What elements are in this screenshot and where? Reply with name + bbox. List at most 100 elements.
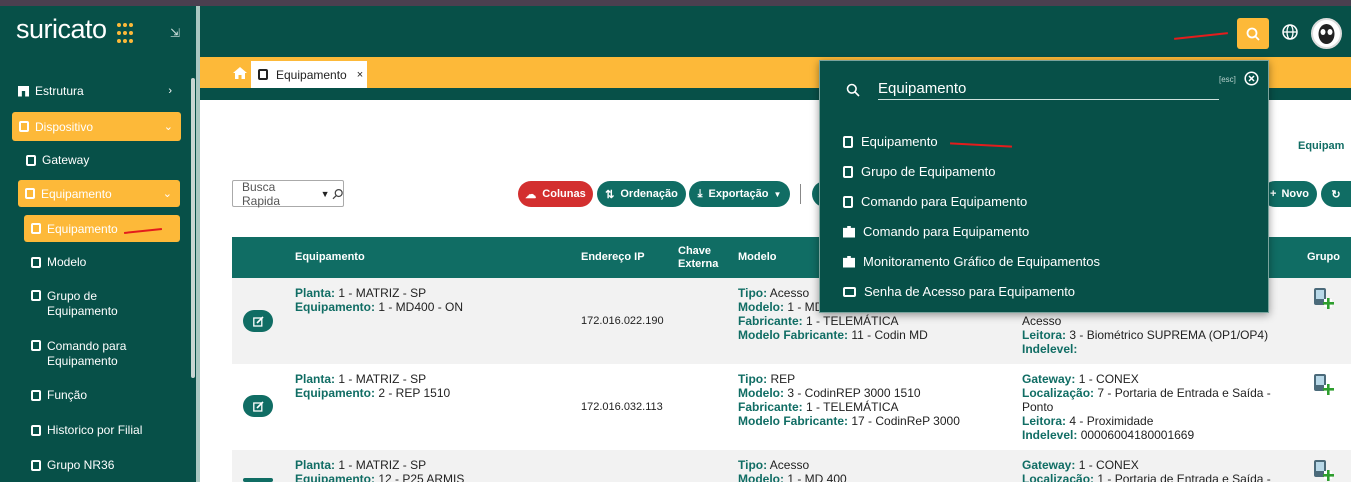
label-tipo: Tipo:: [738, 286, 768, 300]
sidebar-item-grupo-equipamento[interactable]: Grupo de Equipamento: [31, 287, 161, 321]
column-header-modelo[interactable]: Modelo: [738, 251, 777, 263]
value-equipamento: 12 - P25 ARMIS: [378, 472, 465, 482]
home-icon[interactable]: [233, 67, 247, 79]
plus-icon: +: [1270, 188, 1277, 200]
search-result-comando-equipamento[interactable]: Comando para Equipamento: [843, 194, 1027, 209]
value-tipo: Acesso: [769, 286, 810, 300]
label-gateway: Gateway:: [1022, 458, 1076, 472]
search-result-label: Equipamento: [861, 134, 938, 149]
cell-gateway: Gateway: 1 - CONEX: [1022, 458, 1139, 472]
sort-icon: ⇅: [605, 188, 615, 201]
value-localizacao: 1 - Portaria de Entrada e Saída -: [1097, 472, 1271, 482]
novo-button[interactable]: + Novo: [1262, 181, 1317, 207]
device-icon: [19, 121, 29, 132]
chevron-down-icon: ⌄: [162, 188, 172, 200]
search-result-equipamento[interactable]: Equipamento: [843, 134, 938, 149]
cell-modelo: Modelo: 3 - CodinREP 3000 1510: [738, 386, 921, 400]
value-gateway: 1 - CONEX: [1078, 458, 1139, 472]
quick-search-placeholder: Busca Rapida: [242, 179, 281, 208]
label-localizacao: Localização:: [1022, 386, 1095, 400]
edit-button[interactable]: [243, 478, 273, 482]
value-modelo-fabricante: 11 - Codin MD: [851, 328, 928, 342]
sidebar-item-label: Estrutura: [35, 84, 84, 98]
label-fabricante: Fabricante:: [738, 314, 803, 328]
globe-icon[interactable]: [1281, 23, 1299, 41]
value-modelo: 1 - MD 400: [787, 472, 847, 482]
search-result-label: Senha de Acesso para Equipamento: [864, 284, 1076, 299]
sidebar-item-modelo[interactable]: Modelo: [31, 247, 181, 277]
value-localizacao: 7 - Portaria de Entrada e Saída -: [1097, 386, 1271, 400]
sidebar-item-dispositivo[interactable]: Dispositivo ⌄: [12, 112, 181, 141]
search-result-label: Comando para Equipamento: [863, 224, 1030, 239]
sidebar-item-historico-filial[interactable]: Historico por Filial: [31, 415, 181, 445]
label-fabricante: Fabricante:: [738, 400, 803, 414]
global-search-input[interactable]: Equipamento: [878, 80, 1219, 100]
device-icon: [25, 188, 35, 199]
top-header: [200, 6, 1351, 57]
sidebar-item-equipamento-group[interactable]: Equipamento ⌄: [18, 180, 180, 207]
edit-icon: [252, 315, 264, 327]
exportacao-button[interactable]: ⤓ Exportação ▼: [689, 181, 790, 207]
colunas-label: Colunas: [542, 188, 586, 200]
sidebar-item-label: Equipamento: [47, 221, 118, 236]
cell-modelo: Modelo: 1 - MD: [738, 300, 823, 314]
label-indelevel: Indelevel:: [1022, 342, 1078, 356]
sidebar-item-gateway[interactable]: Gateway: [26, 145, 176, 175]
value-equipamento: 2 - REP 1510: [378, 386, 451, 400]
label-modelo: Modelo:: [738, 472, 784, 482]
label-modelo-fabricante: Modelo Fabricante:: [738, 328, 849, 342]
app-logo[interactable]: suricato: [16, 14, 107, 45]
sidebar-item-grupo-nr36[interactable]: Grupo NR36: [31, 450, 181, 480]
column-header-ip[interactable]: Endereço IP: [581, 251, 645, 263]
tab-equipamento[interactable]: Equipamento ×: [251, 61, 367, 88]
sidebar-scrollbar[interactable]: [191, 78, 195, 378]
chevron-down-icon: ⌄: [163, 121, 173, 133]
group-device-add-icon[interactable]: [1312, 287, 1334, 311]
cell-planta: Planta: 1 - MATRIZ - SP: [295, 458, 426, 472]
puzzle-icon: [843, 255, 855, 268]
group-device-add-icon[interactable]: [1312, 459, 1334, 482]
device-icon: [843, 165, 853, 178]
close-circle-icon[interactable]: [1244, 71, 1259, 86]
label-leitora: Leitora:: [1022, 328, 1067, 342]
user-avatar[interactable]: [1311, 18, 1342, 49]
cell-tipo: Tipo: Acesso: [738, 458, 809, 472]
sidebar-item-label: Modelo: [47, 255, 87, 269]
quick-search-input[interactable]: Busca Rapida ▼: [232, 179, 344, 208]
label-planta: Planta:: [295, 372, 336, 386]
ordenacao-button[interactable]: ⇅ Ordenação: [597, 181, 686, 207]
download-icon: ⤓: [697, 187, 703, 200]
colunas-button[interactable]: ☁ Colunas: [518, 181, 593, 207]
column-header-chave-2[interactable]: Externa: [678, 258, 718, 270]
global-search-button[interactable]: [1237, 18, 1269, 49]
edit-button[interactable]: [243, 310, 273, 332]
device-icon: [26, 154, 36, 166]
sidebar-item-estrutura[interactable]: Estrutura ›: [18, 76, 178, 106]
group-device-add-icon[interactable]: [1312, 373, 1334, 397]
search-result-comando-equipamento-module[interactable]: Comando para Equipamento: [843, 224, 1029, 239]
value-tipo: REP: [770, 372, 796, 386]
label-modelo: Modelo:: [738, 386, 784, 400]
cell-right-line: Acesso: [1022, 314, 1062, 328]
sidebar-item-comando-equipamento[interactable]: Comando para Equipamento: [31, 337, 161, 371]
label-tipo: Tipo:: [738, 372, 768, 386]
column-header-grupo[interactable]: Grupo: [1307, 251, 1340, 263]
device-icon: [31, 340, 41, 351]
value-modelo: 1 - MD: [787, 300, 824, 314]
device-icon: [258, 69, 268, 80]
refresh-button[interactable]: ↻: [1321, 181, 1351, 207]
device-icon: [31, 459, 41, 471]
sidebar-item-funcao[interactable]: Função: [31, 380, 181, 410]
search-result-grupo-equipamento[interactable]: Grupo de Equipamento: [843, 164, 995, 179]
cell-gateway: Gateway: 1 - CONEX: [1022, 372, 1139, 386]
label-tipo: Tipo:: [738, 458, 768, 472]
label-gateway: Gateway:: [1022, 372, 1076, 386]
search-result-monitoramento-grafico[interactable]: Monitoramento Gráfico de Equipamentos: [843, 254, 1100, 269]
column-header-equipamento[interactable]: Equipamento: [295, 251, 365, 263]
cell-fabricante: Fabricante: 1 - TELEMÁTICA: [738, 314, 899, 328]
column-header-chave-1[interactable]: Chave: [678, 245, 711, 257]
search-result-senha-acesso[interactable]: Senha de Acesso para Equipamento: [843, 284, 1075, 299]
close-tab-icon[interactable]: ×: [357, 69, 363, 81]
collapse-sidebar-icon[interactable]: ⇲: [170, 26, 180, 40]
edit-button[interactable]: [243, 395, 273, 417]
